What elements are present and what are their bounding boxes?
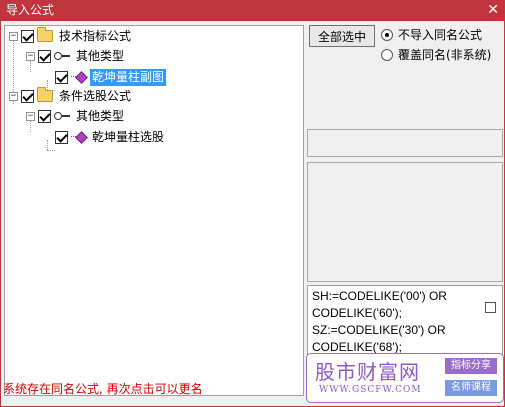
tree-node-qiankun-subchart[interactable]: 乾坤量柱副图	[55, 67, 167, 87]
select-all-button[interactable]: 全部选中	[309, 25, 375, 47]
key-icon	[54, 111, 70, 121]
collapse-toggle[interactable]: −	[9, 31, 18, 41]
tree-node-label[interactable]: 乾坤量柱副图	[90, 68, 167, 86]
folder-icon	[37, 87, 53, 102]
tree-node-label[interactable]: 技术指标公式	[57, 28, 133, 45]
watermark-tag: 名师课程	[445, 380, 497, 396]
dialog-body: − 技术指标公式 − 其他类型 乾坤量柱副图 − 条件选股公式 − 其他类型 乾…	[0, 21, 505, 407]
code-line: CODELIKE('60');	[312, 306, 402, 320]
collapse-toggle[interactable]: −	[26, 111, 35, 121]
tree-checkbox[interactable]	[21, 89, 34, 103]
code-checkbox[interactable]	[485, 302, 496, 313]
radio-button[interactable]	[381, 28, 393, 41]
tree-connector	[47, 150, 55, 151]
code-line: SH:=CODELIKE('00') OR	[312, 289, 447, 303]
radio-overwrite[interactable]: 覆盖同名(非系统)	[381, 46, 491, 63]
title-bar: 导入公式 ✕	[0, 0, 505, 21]
formula-tree[interactable]: − 技术指标公式 − 其他类型 乾坤量柱副图 − 条件选股公式 − 其他类型 乾…	[4, 25, 304, 396]
tree-node-label[interactable]: 条件选股公式	[57, 88, 133, 105]
tree-checkbox[interactable]	[21, 29, 34, 43]
tree-checkbox[interactable]	[38, 49, 51, 63]
watermark-tag: 指标分享	[445, 358, 497, 374]
formula-diamond-icon	[71, 71, 87, 83]
formula-diamond-icon	[71, 131, 87, 143]
tree-node-label[interactable]: 其他类型	[74, 48, 126, 65]
collapse-toggle[interactable]: −	[9, 91, 18, 101]
radio-no-import[interactable]: 不导入同名公式	[381, 26, 482, 43]
tree-checkbox[interactable]	[38, 109, 51, 123]
tree-node-stock-screening[interactable]: − 条件选股公式	[9, 86, 133, 106]
tree-checkbox[interactable]	[55, 130, 68, 144]
close-icon[interactable]: ✕	[487, 1, 499, 19]
collapse-toggle[interactable]: −	[26, 51, 35, 61]
watermark-url: WWW.GSCFW.COM	[319, 385, 422, 395]
folder-icon	[37, 27, 53, 42]
tree-node-other-types-2[interactable]: − 其他类型	[26, 106, 126, 126]
info-field	[307, 129, 503, 157]
description-panel	[307, 162, 503, 282]
key-icon	[54, 51, 70, 61]
tree-node-tech-indicators[interactable]: − 技术指标公式	[9, 26, 133, 46]
tree-node-qiankun-screener[interactable]: 乾坤量柱选股	[55, 127, 166, 147]
tree-node-label[interactable]: 其他类型	[74, 108, 126, 125]
tree-node-other-types[interactable]: − 其他类型	[26, 46, 126, 66]
tree-node-label[interactable]: 乾坤量柱选股	[90, 129, 166, 146]
radio-label: 覆盖同名(非系统)	[398, 48, 492, 62]
window-title: 导入公式	[6, 3, 55, 17]
radio-label: 不导入同名公式	[398, 28, 483, 42]
tree-checkbox[interactable]	[55, 70, 68, 84]
watermark-logo: 股市财富网	[315, 360, 420, 384]
watermark-badge: 股市财富网 WWW.GSCFW.COM 指标分享 名师课程	[306, 353, 504, 403]
tree-connector	[47, 140, 48, 150]
radio-button[interactable]	[381, 48, 393, 61]
status-message: 系统存在同名公式, 再次点击可以更名	[3, 382, 203, 396]
code-line: SZ:=CODELIKE('30') OR	[312, 323, 446, 337]
